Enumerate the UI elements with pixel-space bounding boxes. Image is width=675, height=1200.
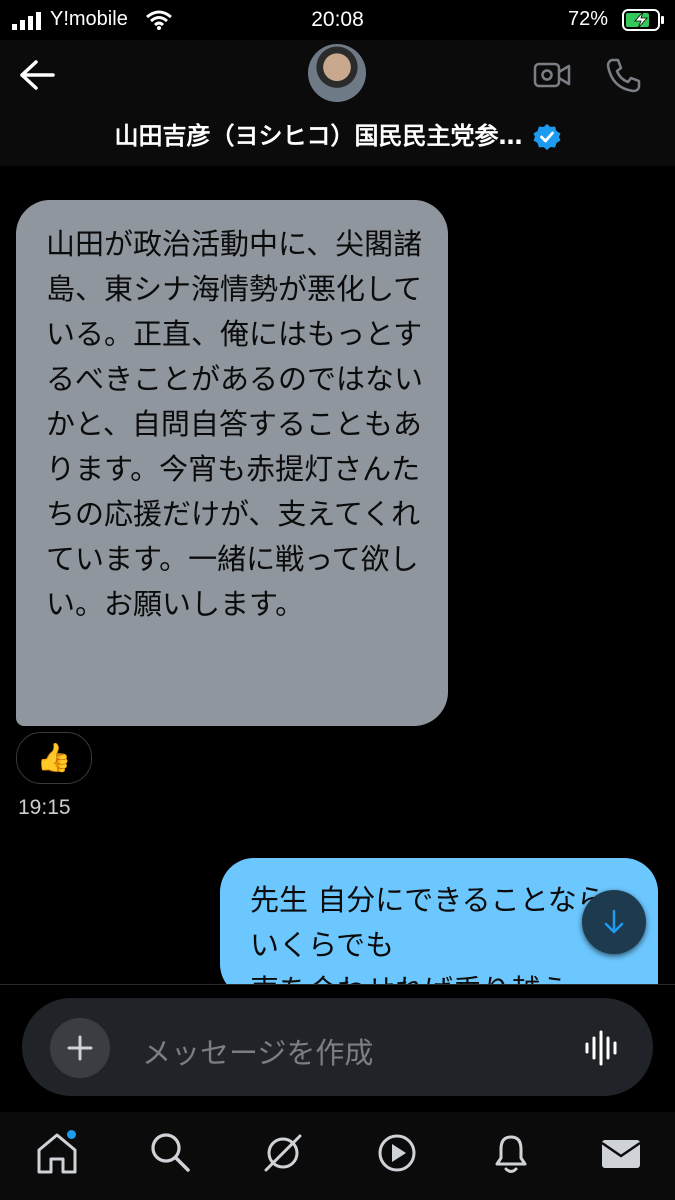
scroll-to-bottom-button[interactable]: [582, 890, 646, 954]
phone-call-icon[interactable]: [604, 56, 642, 94]
add-attachment-button[interactable]: [50, 1018, 110, 1078]
grok-icon[interactable]: [260, 1130, 310, 1180]
contact-name-text: 山田吉彦（ヨシヒコ）国民民主党参…: [114, 122, 523, 150]
verified-badge-icon: [533, 124, 560, 150]
voice-message-icon[interactable]: [584, 1030, 622, 1066]
thumbs-up-icon: 👍: [36, 741, 72, 774]
video-call-icon[interactable]: [532, 58, 572, 92]
messages-envelope-icon[interactable]: [598, 1130, 648, 1180]
incoming-message-text: 山田が政治活動中に、尖閣諸島、東シナ海情勢が悪化している。正直、俺にはもっとする…: [46, 227, 424, 621]
outgoing-message-text: 先生 自分にできることならいくらでも 声を合わせれば乗り越え: [250, 883, 606, 998]
video-icon[interactable]: [374, 1130, 424, 1180]
contact-name[interactable]: 山田吉彦（ヨシヒコ）国民民主党参…: [0, 116, 675, 151]
reaction-badge[interactable]: 👍: [16, 732, 92, 784]
search-icon[interactable]: [148, 1130, 198, 1180]
back-arrow-icon[interactable]: [18, 58, 56, 92]
battery-icon: [622, 9, 664, 31]
message-timestamp: 19:15: [18, 796, 71, 819]
notifications-bell-icon[interactable]: [488, 1130, 538, 1180]
status-bar: Y!mobile 20:08 72%: [0, 0, 675, 40]
arrow-down-icon: [604, 909, 624, 934]
battery-percent: 72%: [568, 8, 609, 30]
home-icon[interactable]: [34, 1130, 84, 1180]
message-input-placeholder[interactable]: メッセージを作成: [142, 1030, 373, 1072]
home-notification-dot: [67, 1130, 76, 1139]
contact-avatar[interactable]: [308, 44, 366, 102]
plus-icon: [67, 1035, 93, 1061]
bottom-tab-bar: [0, 1112, 675, 1200]
